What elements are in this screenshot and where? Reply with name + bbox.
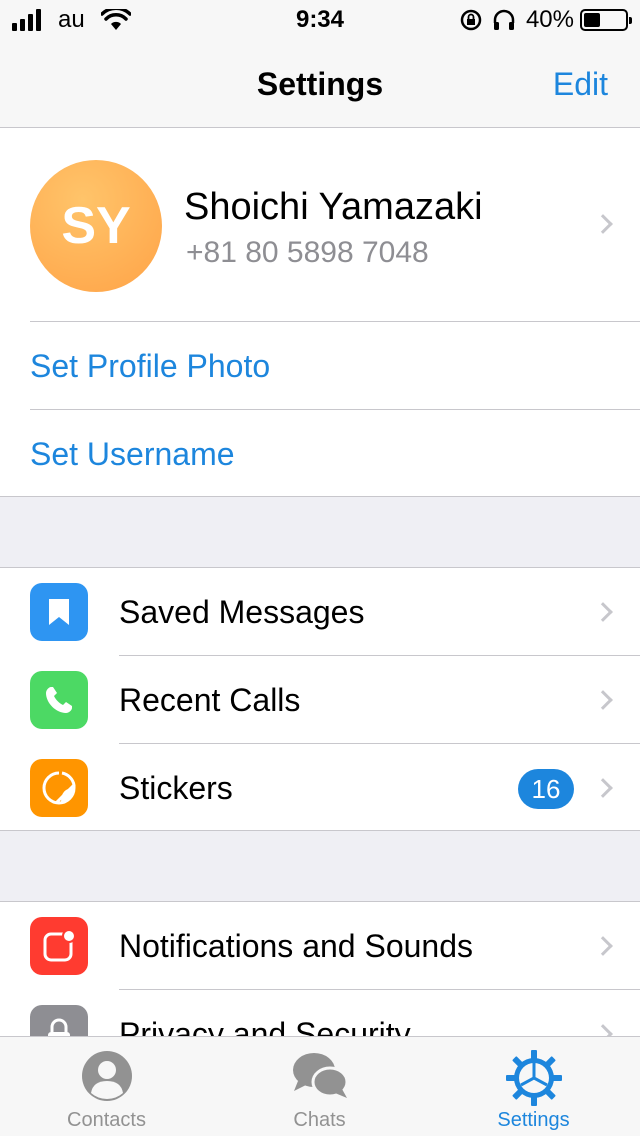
- stickers-label: Stickers: [119, 770, 233, 806]
- set-profile-photo-button[interactable]: Set Profile Photo: [30, 321, 640, 409]
- avatar: SY: [30, 160, 162, 292]
- headphones-icon: [493, 9, 515, 30]
- recent-calls-label: Recent Calls: [119, 682, 301, 718]
- status-right: 40%: [460, 6, 632, 34]
- notifications-row[interactable]: Notifications and Sounds: [0, 902, 640, 990]
- recent-calls-row[interactable]: Recent Calls: [0, 656, 640, 744]
- chats-icon: [292, 1053, 348, 1098]
- tab-contacts-label: Contacts: [67, 1109, 146, 1131]
- settings-gear-icon: [505, 1050, 562, 1106]
- profile-name: Shoichi Yamazaki: [184, 186, 483, 228]
- edit-button[interactable]: Edit: [553, 66, 608, 103]
- chevron-right-icon: [593, 690, 613, 710]
- tab-settings-label: Settings: [497, 1109, 570, 1131]
- profile-row[interactable]: SY Shoichi Yamazaki +81 80 5898 7048: [0, 128, 640, 321]
- navigation-bar: Settings Edit: [0, 40, 640, 128]
- tab-settings[interactable]: Settings: [427, 1037, 640, 1136]
- menu-section-1: Saved Messages Recent Calls Stickers 16: [0, 567, 640, 831]
- notifications-label: Notifications and Sounds: [119, 928, 473, 964]
- contacts-icon: [81, 1051, 132, 1101]
- phone-icon: [30, 671, 88, 729]
- bookmark-icon: [30, 583, 88, 641]
- chevron-right-icon: [593, 214, 613, 234]
- saved-messages-row[interactable]: Saved Messages: [0, 568, 640, 656]
- battery-icon: [580, 9, 632, 31]
- profile-section: SY Shoichi Yamazaki +81 80 5898 7048 Set…: [0, 128, 640, 497]
- saved-messages-label: Saved Messages: [119, 594, 365, 630]
- stickers-row[interactable]: Stickers 16: [0, 744, 640, 832]
- tab-chats-label: Chats: [293, 1109, 346, 1131]
- page-title: Settings: [256, 66, 384, 102]
- rotation-lock-icon: [460, 9, 482, 31]
- chevron-right-icon: [593, 778, 613, 798]
- chevron-right-icon: [593, 602, 613, 622]
- profile-phone: +81 80 5898 7048: [186, 236, 429, 269]
- chevron-right-icon: [593, 936, 613, 956]
- sticker-icon: [30, 759, 88, 817]
- battery-percent: 40%: [525, 6, 574, 33]
- tab-chats[interactable]: Chats: [213, 1037, 426, 1136]
- status-bar: au 9:34 40%: [0, 0, 640, 40]
- notification-icon: [30, 917, 88, 975]
- set-username-button[interactable]: Set Username: [30, 409, 640, 497]
- tab-bar: Contacts Chats Settings: [0, 1036, 640, 1136]
- tab-contacts[interactable]: Contacts: [0, 1037, 213, 1136]
- stickers-count-badge: 16: [518, 769, 574, 809]
